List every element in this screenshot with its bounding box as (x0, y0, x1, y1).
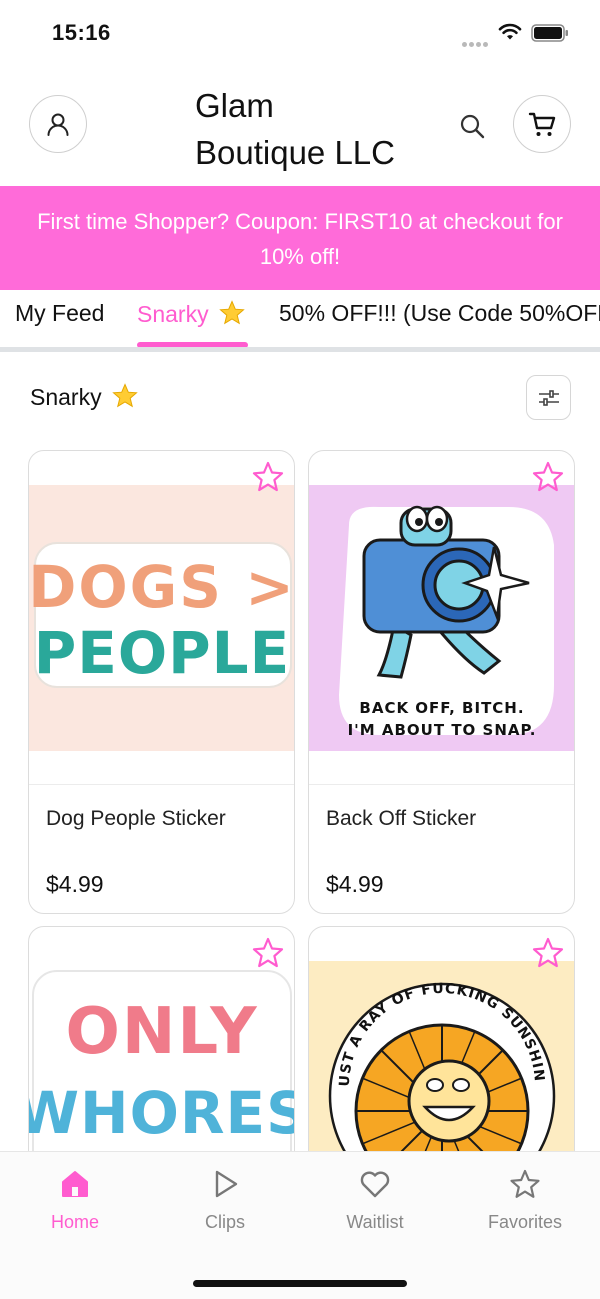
search-icon (460, 114, 485, 139)
profile-button[interactable] (29, 95, 87, 153)
battery-icon (531, 24, 568, 42)
store-title-line2: Boutique LLC (195, 134, 395, 171)
nav-clips[interactable]: Clips (165, 1168, 285, 1233)
home-indicator (193, 1280, 407, 1287)
cart-icon (528, 112, 556, 136)
product-name: Dog People Sticker (46, 807, 226, 830)
product-image: JUST A RAY OF FUCKING SUNSHINE (309, 961, 574, 1165)
product-image: BACK OFF, BITCH. I'M ABOUT TO SNAP. (309, 485, 574, 751)
favorite-star-icon[interactable] (251, 936, 285, 970)
product-price: $4.99 (326, 871, 384, 897)
category-tabs: My Feed Snarky 50% OFF!!! (Use Code 50%O… (0, 290, 600, 352)
bottom-nav: Home Clips Waitlist Favorites (0, 1151, 600, 1299)
store-title-line1: Glam (195, 87, 274, 124)
favorite-star-icon[interactable] (251, 460, 285, 494)
product-image-text-2: I'M ABOUT TO SNAP. (348, 721, 537, 739)
star-emoji-icon (112, 383, 138, 408)
nav-home[interactable]: Home (15, 1168, 135, 1233)
section-title: Snarky (30, 383, 138, 411)
product-card[interactable]: BACK OFF, BITCH. I'M ABOUT TO SNAP. Back… (308, 450, 575, 914)
person-icon (47, 113, 69, 136)
nav-label: Home (50, 1212, 99, 1232)
status-time: 15:16 (52, 20, 111, 45)
favorite-star-icon[interactable] (531, 460, 565, 494)
product-image-text-1: BACK OFF, BITCH. (359, 699, 524, 717)
nav-label: Waitlist (346, 1212, 404, 1232)
tab-label: Snarky (137, 301, 209, 327)
tab-snarky[interactable]: Snarky (137, 300, 248, 347)
tab-label: My Feed (15, 300, 105, 326)
card-divider (309, 784, 574, 785)
product-image-text-2: PEOPLE (34, 619, 291, 687)
active-tab-indicator (137, 342, 248, 347)
product-image: ONLY WHORES (29, 961, 295, 1165)
wifi-icon (498, 23, 522, 40)
signal-icon (462, 34, 490, 47)
star-icon (510, 1169, 540, 1198)
tab-50-off[interactable]: 50% OFF!!! (Use Code 50%OFF (279, 300, 600, 347)
star-emoji-icon (219, 300, 245, 325)
product-name: Back Off Sticker (326, 807, 477, 830)
tab-label: 50% OFF!!! (Use Code 50%OFF (279, 300, 600, 326)
nav-waitlist[interactable]: Waitlist (315, 1168, 435, 1233)
product-card[interactable]: JUST A RAY OF FUCKING SUNSHINE (308, 926, 575, 1166)
heart-icon (360, 1171, 390, 1198)
product-card[interactable]: ONLY WHORES (28, 926, 295, 1166)
nav-label: Favorites (487, 1212, 563, 1232)
product-price: $4.99 (46, 871, 104, 897)
card-divider (29, 784, 294, 785)
tab-my-feed[interactable]: My Feed (15, 300, 105, 347)
favorite-star-icon[interactable] (531, 936, 565, 970)
play-icon (215, 1170, 238, 1198)
store-title: Glam Boutique LLC (195, 82, 445, 176)
sliders-icon (538, 389, 559, 406)
cart-button[interactable] (513, 95, 571, 153)
product-card[interactable]: DOGS > PEOPLE Dog People Sticker $4.99 (28, 450, 295, 914)
product-image-text-2: WHORES (29, 1079, 295, 1147)
status-bar: 15:16 (0, 0, 600, 66)
product-image: DOGS > PEOPLE (29, 485, 295, 751)
nav-label: Clips (204, 1212, 245, 1232)
product-image-text-1: DOGS > (29, 553, 295, 621)
product-image-text-1: ONLY (65, 995, 258, 1069)
promo-text: First time Shopper? Coupon: FIRST10 at c… (37, 209, 563, 269)
header: Glam Boutique LLC (0, 66, 600, 186)
search-button[interactable] (456, 110, 488, 142)
home-icon (62, 1171, 88, 1197)
promo-banner[interactable]: First time Shopper? Coupon: FIRST10 at c… (0, 186, 600, 290)
section-title-text: Snarky (30, 384, 102, 410)
filter-button[interactable] (526, 375, 571, 420)
nav-favorites[interactable]: Favorites (465, 1168, 585, 1233)
